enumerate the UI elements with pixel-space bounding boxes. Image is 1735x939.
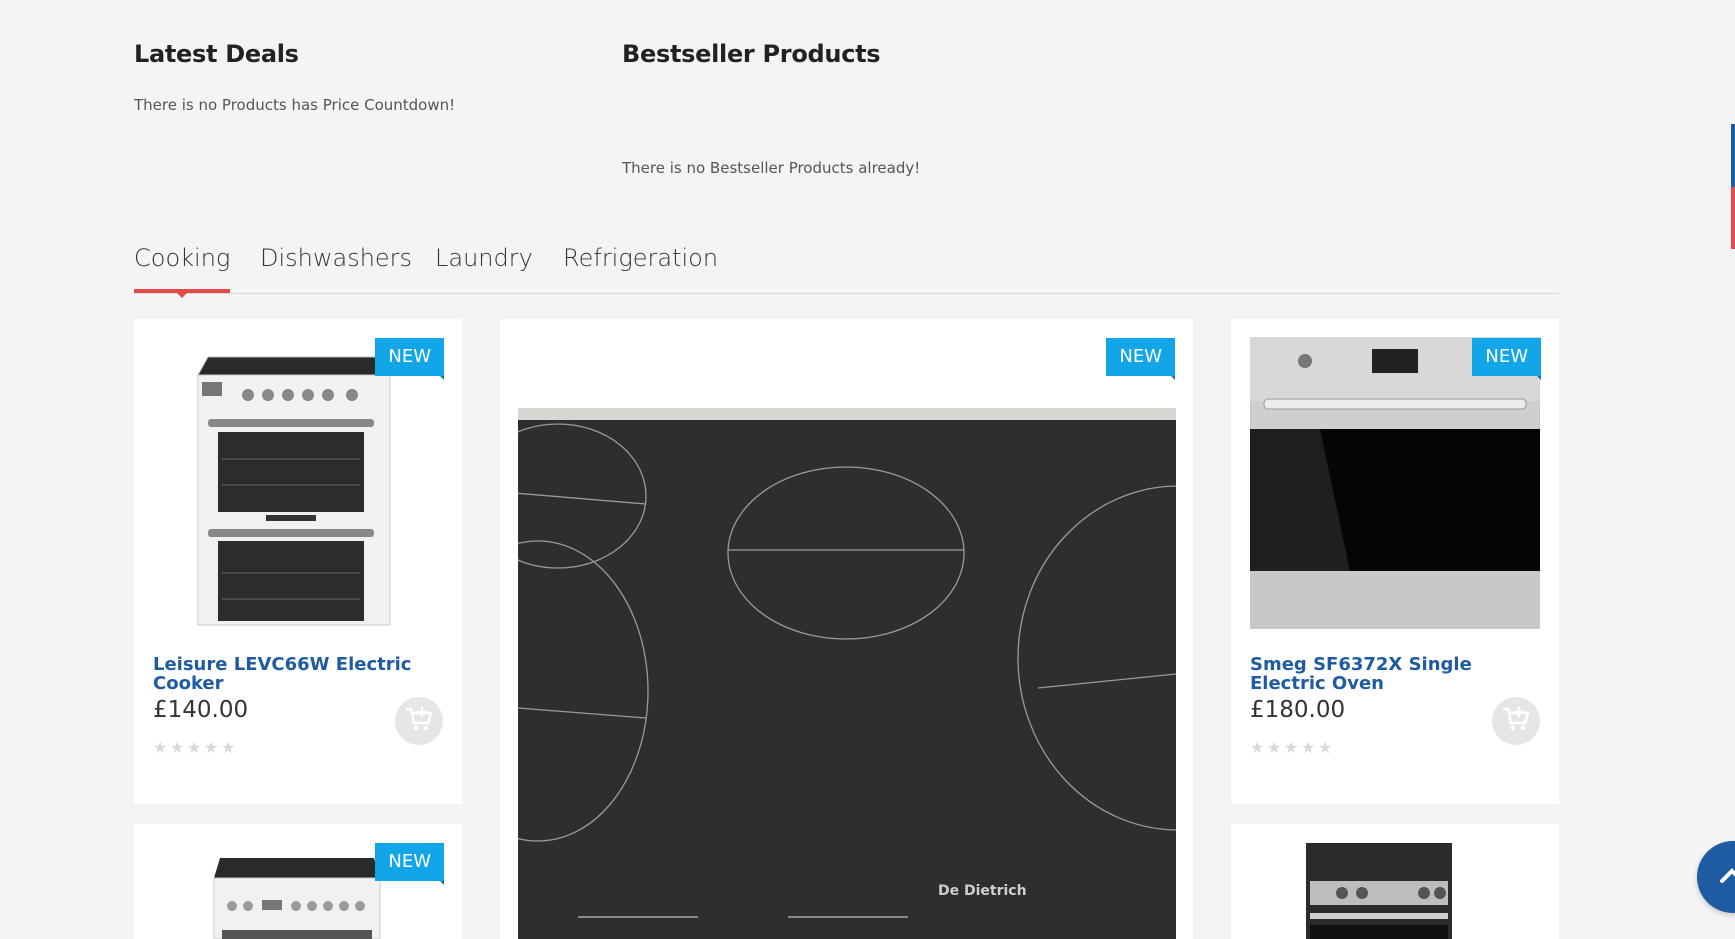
- product-image[interactable]: [194, 337, 394, 629]
- add-to-cart-button[interactable]: [395, 697, 443, 745]
- product-card[interactable]: NEW: [134, 824, 462, 939]
- category-tabs: Cooking Dishwashers Laundry Refrigeratio…: [134, 244, 1559, 298]
- new-badge: NEW: [375, 843, 444, 885]
- product-card[interactable]: NEW Smeg SF6372X Single Electric Oven £1…: [1231, 319, 1559, 804]
- new-badge: NEW: [1106, 338, 1175, 380]
- new-badge: NEW: [375, 338, 444, 380]
- star-icon: ★: [153, 740, 168, 757]
- side-widget-strip-red[interactable]: [1731, 187, 1735, 249]
- star-icon: ★: [1267, 740, 1282, 757]
- product-card[interactable]: NEW Leisure LEVC66W Electric Cooker £140…: [134, 319, 462, 804]
- rating-stars: ★ ★ ★ ★ ★: [153, 740, 236, 757]
- tab-refrigeration[interactable]: Refrigeration: [563, 244, 718, 272]
- tab-cooking[interactable]: Cooking: [134, 244, 231, 298]
- star-icon: ★: [204, 740, 219, 757]
- add-to-cart-icon: [1502, 706, 1530, 737]
- back-to-top-button[interactable]: [1697, 841, 1735, 913]
- product-image[interactable]: [1249, 336, 1541, 630]
- add-to-cart-button[interactable]: [1492, 697, 1540, 745]
- hob-brand-text: De Dietrich: [938, 883, 1027, 899]
- product-image[interactable]: [212, 858, 382, 939]
- star-icon: ★: [170, 740, 185, 757]
- bestseller-title: Bestseller Products: [622, 40, 881, 68]
- rating-stars: ★ ★ ★ ★ ★: [1250, 740, 1333, 757]
- product-price: £180.00: [1250, 697, 1346, 723]
- product-card[interactable]: [1231, 824, 1559, 939]
- product-image[interactable]: De Dietrich: [518, 408, 1176, 939]
- star-icon: ★: [1301, 740, 1316, 757]
- product-name[interactable]: Smeg SF6372X Single Electric Oven: [1250, 655, 1540, 693]
- bestseller-empty-message: There is no Bestseller Products already!: [622, 159, 921, 177]
- product-image[interactable]: [1306, 843, 1452, 939]
- product-name[interactable]: Leisure LEVC66W Electric Cooker: [153, 655, 443, 693]
- star-icon: ★: [1318, 740, 1333, 757]
- star-icon: ★: [221, 740, 236, 757]
- tab-laundry[interactable]: Laundry: [435, 244, 533, 272]
- star-icon: ★: [187, 740, 202, 757]
- product-price: £140.00: [153, 697, 249, 723]
- side-widget-strip-blue[interactable]: [1731, 124, 1735, 187]
- latest-deals-empty-message: There is no Products has Price Countdown…: [134, 96, 456, 114]
- latest-deals-title: Latest Deals: [134, 40, 299, 68]
- new-badge: NEW: [1472, 338, 1541, 380]
- add-to-cart-icon: [405, 706, 433, 737]
- star-icon: ★: [1284, 740, 1299, 757]
- tab-dishwashers[interactable]: Dishwashers: [260, 244, 412, 272]
- product-card-featured[interactable]: NEW De Dietrich: [500, 319, 1193, 939]
- chevron-up-icon: [1719, 866, 1735, 889]
- star-icon: ★: [1250, 740, 1265, 757]
